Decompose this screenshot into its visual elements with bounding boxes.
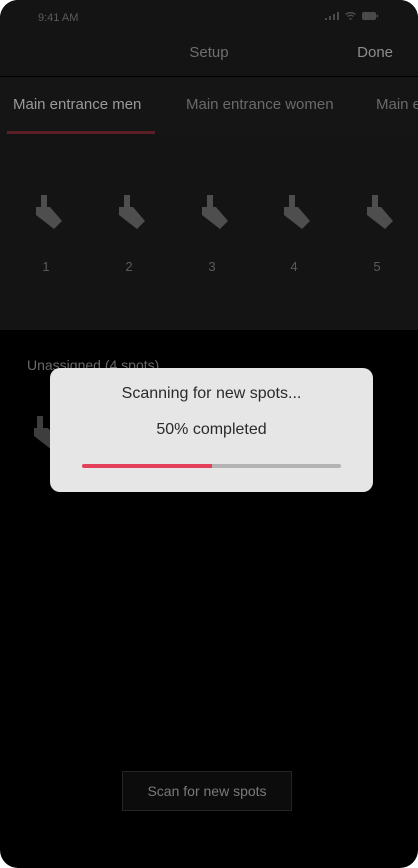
page-title: Setup bbox=[189, 44, 229, 61]
nav-bar: Setup Done bbox=[0, 36, 418, 76]
tab-main-entrance-3[interactable]: Main e bbox=[376, 96, 418, 113]
spotlight-icon bbox=[367, 195, 393, 229]
scan-for-new-spots-button[interactable]: Scan for new spots bbox=[122, 771, 292, 811]
tab-bar: Main entrance men Main entrance women Ma… bbox=[0, 77, 418, 135]
spotlight-icon bbox=[36, 195, 62, 229]
done-button[interactable]: Done bbox=[357, 44, 393, 61]
spot-3[interactable]: 3 bbox=[192, 193, 232, 274]
spotlight-icon bbox=[284, 195, 310, 229]
spot-4[interactable]: 4 bbox=[274, 193, 314, 274]
status-bar: 9:41 AM bbox=[0, 0, 418, 36]
spotlight-icon bbox=[202, 195, 228, 229]
scanning-dialog: Scanning for new spots... 50% completed bbox=[50, 368, 373, 492]
wifi-icon bbox=[345, 12, 356, 20]
spot-5[interactable]: 5 bbox=[357, 193, 397, 274]
progress-bar-fill bbox=[82, 464, 212, 468]
spot-number: 4 bbox=[290, 259, 298, 274]
signal-icon bbox=[325, 12, 339, 20]
battery-icon bbox=[362, 12, 378, 20]
status-time: 9:41 AM bbox=[38, 12, 79, 24]
spot-1[interactable]: 1 bbox=[26, 193, 66, 274]
active-tab-indicator bbox=[7, 131, 155, 134]
tab-main-entrance-men[interactable]: Main entrance men bbox=[13, 96, 141, 113]
spotlight-icon bbox=[119, 195, 145, 229]
status-icons bbox=[325, 12, 378, 20]
spot-number: 5 bbox=[373, 259, 381, 274]
assigned-spots: 1 2 3 4 5 bbox=[0, 135, 418, 330]
spot-2[interactable]: 2 bbox=[109, 193, 149, 274]
phone-screen: 9:41 AM Setup Done Main entrance men Mai… bbox=[0, 0, 418, 868]
dialog-title: Scanning for new spots... bbox=[121, 385, 302, 402]
spot-number: 1 bbox=[42, 259, 50, 274]
progress-text: 50% completed bbox=[156, 421, 267, 438]
progress-bar bbox=[82, 464, 341, 468]
spot-number: 2 bbox=[125, 259, 133, 274]
tab-main-entrance-women[interactable]: Main entrance women bbox=[186, 96, 334, 113]
spot-number: 3 bbox=[208, 259, 216, 274]
